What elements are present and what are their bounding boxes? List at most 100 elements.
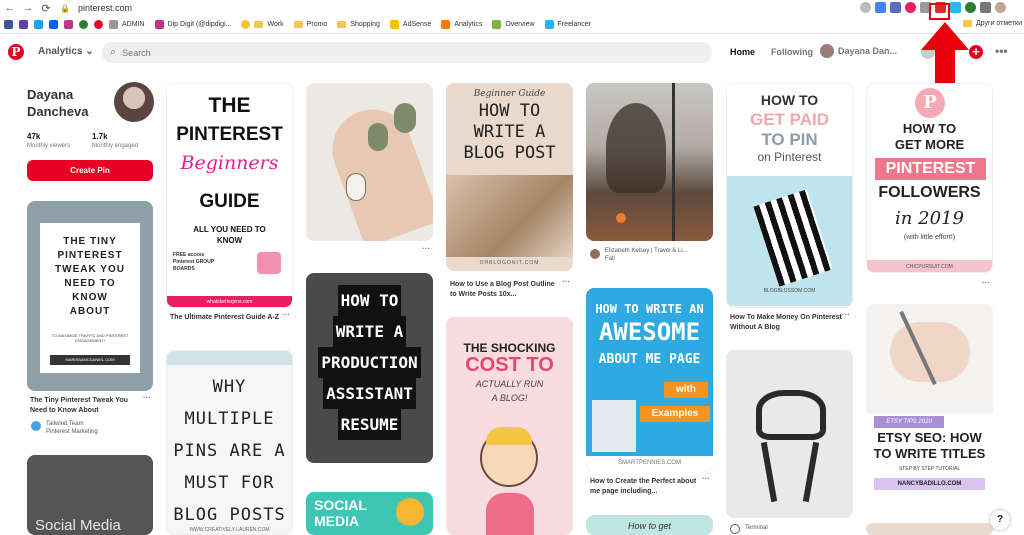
bookmark-shopping[interactable]: Shopping [337,21,380,28]
extension-icon[interactable] [890,2,901,13]
pin-partial[interactable] [866,523,993,535]
bookmark-analytics[interactable]: Analytics [441,20,482,29]
pin-shocking-cost-blog[interactable]: THE SHOCKING COST TO ACTUALLY RUN A BLOG… [446,317,573,535]
monthly-viewers-label: Monthly viewers [27,143,71,149]
more-options-icon[interactable]: ··· [982,278,990,287]
avatar [820,44,834,58]
monthly-viewers-value: 47k [27,132,41,141]
extension-icon[interactable] [79,20,88,29]
more-options-icon[interactable]: ··· [422,244,430,253]
analytics-dropdown[interactable]: Analytics ⌄ [38,46,94,57]
following-link[interactable]: Following [771,47,813,57]
pin-get-paid-to-pin[interactable]: HOW TO GET PAID TO PIN on Pinterest BLOG… [726,83,853,308]
browser-toolbar: ← → ⟳ 🔒 pinterest.com [0,0,1024,16]
more-options-icon[interactable]: ··· [282,310,290,319]
bookmark-promo[interactable]: Promo [293,21,327,28]
more-options-icon[interactable]: ··· [842,310,850,319]
pin-why-multiple-pins[interactable]: WHY MULTIPLE PINS ARE A MUST FOR BLOG PO… [166,350,293,535]
pin-title[interactable]: How to Create the Perfect about me page … [590,477,702,497]
bookmark-instagram[interactable]: Dip Digit (@dipdigi... [154,20,231,29]
pin-nails-photo[interactable] [306,83,433,241]
pinterest-header: P Analytics ⌄ ⌕ Search Home Following Day… [0,35,1024,69]
forward-icon[interactable]: → [20,2,36,14]
home-link[interactable]: Home [730,47,755,57]
user-profile-link[interactable]: Dayana Dan... [820,44,897,58]
back-icon[interactable]: ← [2,2,18,14]
reload-icon[interactable]: ⟳ [38,2,54,15]
pin-etsy-seo-titles[interactable]: ETSY TIPS 2020 ETSY SEO: HOW TO WRITE TI… [866,304,993,494]
dropbox-icon[interactable] [49,20,58,29]
source-avatar [590,249,600,259]
instagram-icon [154,20,164,29]
twitter-icon[interactable] [34,20,43,29]
folder-icon [293,21,303,28]
camera-icon[interactable] [980,2,991,13]
source-avatar [31,421,41,431]
pinterest-icon[interactable] [94,20,103,29]
facebook-icon[interactable] [4,20,13,29]
emoji-icon [241,20,251,29]
pin-source[interactable]: Elizabeth Kelsey | Travel & Li... Fall [605,247,705,263]
profile-name: Dayana Dancheva [27,87,89,119]
profile-avatar[interactable] [114,82,154,122]
bookmark-work[interactable]: Work [241,20,284,29]
pin-title[interactable]: How to Use a Blog Post Outline to Write … [450,280,562,300]
globe-icon [396,498,424,526]
monthly-engaged-value: 1.7k [92,132,108,141]
bookmark-admin[interactable]: ADMIN [109,20,145,29]
bookmark-overview[interactable]: Overview [492,20,535,29]
pin-source[interactable]: Terminal [745,524,768,532]
freelancer-icon [544,20,554,29]
instagram-icon[interactable] [64,20,73,29]
twitch-icon[interactable] [19,20,28,29]
bookmark-freelancer[interactable]: Freelancer [544,20,591,29]
profile-avatar-icon[interactable] [995,2,1006,13]
pin-pinterest-beginners-guide[interactable]: THE PINTEREST Beginners GUIDE ALL YOU NE… [166,83,293,308]
more-options-icon[interactable]: ··· [562,277,570,286]
extension-icon[interactable] [965,2,976,13]
extension-icon[interactable] [905,2,916,13]
search-input[interactable]: ⌕ Search [102,42,712,63]
pin-title[interactable]: How To Make Money On Pinterest Without A… [730,313,842,333]
adsense-icon [389,20,399,29]
tree-image [606,103,666,193]
pin-how-to-write-blog-post[interactable]: Beginner Guide HOW TO WRITE A BLOG POST … [446,83,573,271]
pinterest-logo-icon[interactable]: P [8,44,24,60]
source-avatar [730,524,740,534]
zoom-icon[interactable] [860,2,871,13]
analytics-icon [441,20,451,29]
pin-chair-photo[interactable] [726,350,853,518]
chevron-down-icon: ⌄ [85,46,94,57]
illustration-icon [257,252,281,274]
pinterest-page: ← → ⟳ 🔒 pinterest.com ADMIN Dip Digit (@… [0,0,1024,535]
pin-get-more-pinterest-followers[interactable]: P HOW TO GET MORE PINTEREST FOLLOWERS in… [866,83,993,273]
overview-icon [492,20,502,29]
pin-fall-photo[interactable] [586,83,713,241]
hand-image [321,98,433,241]
monthly-engaged-label: Monthly engaged [92,143,139,149]
create-pin-button[interactable]: Create Pin [27,160,153,181]
folder-icon [337,21,347,28]
pin-social-media-tools[interactable]: SOCIAL MEDIA [306,492,433,535]
more-options-icon[interactable]: ··· [702,474,710,483]
pin-how-to-get[interactable]: How to get [586,515,713,535]
help-button[interactable]: ? [990,510,1010,530]
search-icon: ⌕ [110,46,117,58]
pin-source[interactable]: Tailwind Team Pinterest Marketing [46,420,98,436]
more-options-icon[interactable]: ··· [143,393,151,402]
pin-title[interactable]: The Ultimate Pinterest Guide A-Z [170,313,280,323]
bookmark-adsense[interactable]: AdSense [389,20,431,29]
laptop-image [592,400,636,452]
folder-icon [254,21,264,28]
pin-about-me-page[interactable]: HOW TO WRITE AN AWESOME ABOUT ME PAGE wi… [586,288,713,471]
site-icon [109,20,118,29]
lock-icon: 🔒 [60,3,70,13]
extension-icon[interactable] [950,2,961,13]
pin-title[interactable]: The Tiny Pinterest Tweak You Need to Kno… [30,396,140,416]
more-options-icon[interactable]: ••• [995,44,1008,58]
pin-social-media[interactable]: Social Media [27,455,153,535]
pin-production-assistant-resume[interactable]: HOW TO WRITE A PRODUCTION ASSISTANT RESU… [306,273,433,463]
pin-tiny-pinterest-tweak[interactable]: THE TINY PINTEREST TWEAK YOU NEED TO KNO… [27,201,153,391]
star-icon[interactable] [875,2,886,13]
desk-image [446,175,573,257]
